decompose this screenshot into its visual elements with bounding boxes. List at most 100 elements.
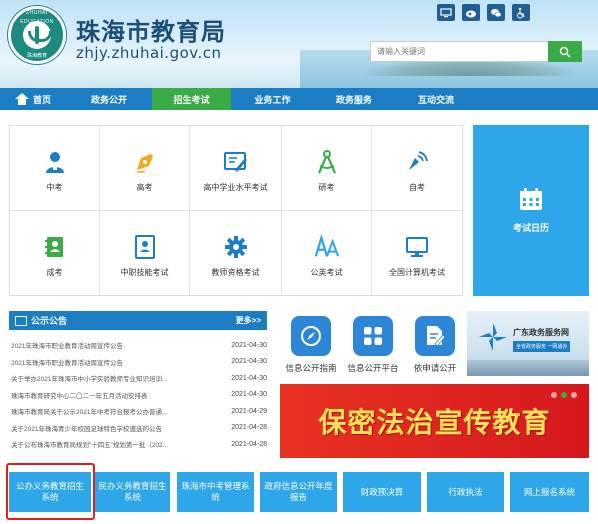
id-card-icon <box>132 235 158 259</box>
announcements-title-text: 公示公告 <box>31 316 68 326</box>
exam-tile-public-english[interactable]: 公英考试 <box>282 211 372 296</box>
compass-icon <box>314 150 340 174</box>
nav-item-label: 业务工作 <box>254 94 291 105</box>
exam-tile-label: 研考 <box>318 183 335 192</box>
annual-disclosure-report-button[interactable]: 政府信息公开年度报告 <box>260 472 337 512</box>
exam-tile-zhongkao[interactable]: 中考 <box>10 126 100 211</box>
private-compulsory-enrollment-button[interactable]: 民办义务教育招生系统 <box>95 472 170 512</box>
calendar-icon <box>518 187 544 211</box>
announcement-title[interactable]: 珠海市教育局关于公示2021年中考符合报考公办普通... <box>11 406 206 416</box>
site-title: 珠海市教育局 <box>76 19 226 46</box>
exam-grid: 中考 高考 高中学业水平考试 研考 自考 成考 中职技能考试 教师资格考试 公英… <box>9 125 463 296</box>
exam-calendar-tile[interactable]: 考试日历 <box>473 125 589 296</box>
online-registration-button[interactable]: 网上报名系统 <box>510 472 589 512</box>
nav-item-home[interactable]: 首页 <box>0 88 66 110</box>
pen-nib-icon <box>132 150 158 174</box>
quick-link-label: 信息公开平台 <box>347 363 399 373</box>
exam-tile-computer-exam[interactable]: 全国计算机考试 <box>372 211 462 296</box>
banner-text: 保密法治宣传教育 <box>318 406 551 439</box>
site-header: ZHUHAI EDUCATION 珠海教育 珠海市教育局 zhjy.zhuhai… <box>0 0 598 88</box>
site-url: zhjy.zhuhai.gov.cn <box>76 44 222 62</box>
broadcast-icon <box>404 150 430 174</box>
exam-tile-zikao[interactable]: 自考 <box>372 126 462 211</box>
nav-item-label: 政务公开 <box>90 94 127 105</box>
announcements-list: 2021年珠海市职业教育活动周宣传公告 2021-04-30 2021年珠海市职业… <box>9 337 267 453</box>
announcements-header: 公示公告 更多>> <box>9 311 267 330</box>
announcements-title: 公示公告 <box>15 314 67 327</box>
quick-link-apply-disclosure[interactable]: 依申请公开 <box>405 316 465 374</box>
highlight-box <box>6 463 95 520</box>
font-aa-icon <box>314 235 340 259</box>
announcement-title[interactable]: 关于举办2021年珠海市中小学实验教师专业知识培训... <box>11 373 206 383</box>
monitor-icon <box>404 235 430 259</box>
accessibility-icon[interactable] <box>512 4 530 21</box>
list-item[interactable]: 2021年珠海市职业教育活动周宣传公告 2021-04-30 <box>9 354 267 371</box>
more-link[interactable]: 更多>> <box>236 315 261 326</box>
announcement-date: 2021-04-30 <box>231 374 267 382</box>
announcement-title[interactable]: 关于2021年珠海青少年校园足球特色学校遴选的公告 <box>11 423 206 433</box>
logo-bottom-text: 珠海教育 <box>26 53 47 59</box>
budget-button[interactable]: 财政预决算 <box>343 472 421 512</box>
exam-tile-label: 中职技能考试 <box>120 268 169 277</box>
announcement-title[interactable]: 关于公布珠海市教育局规划“十四五”规划第一批（202... <box>11 439 206 449</box>
announcement-title[interactable]: 2021年珠海市职业教育活动周宣传公告 <box>11 357 206 367</box>
exam-tile-label: 中考 <box>46 183 63 192</box>
nav-item-business[interactable]: 业务工作 <box>231 88 314 110</box>
notice-icon <box>15 315 27 326</box>
carousel-dots <box>551 392 577 398</box>
carousel-dot[interactable] <box>561 392 567 398</box>
quick-link-disclosure-guide[interactable]: 信息公开指南 <box>281 316 341 374</box>
announcement-date: 2021-04-29 <box>231 407 267 415</box>
list-item[interactable]: 2021年珠海市职业教育活动周宣传公告 2021-04-30 <box>9 337 267 354</box>
nav-item-services[interactable]: 政务服务 <box>314 88 394 110</box>
list-item[interactable]: 关于2021年珠海青少年校园足球特色学校遴选的公告 2021-04-28 <box>9 420 267 437</box>
search-button[interactable] <box>548 41 582 62</box>
exam-tile-chengkao[interactable]: 成考 <box>10 211 100 296</box>
announcement-title[interactable]: 珠海市教育研究中心二〇二一年五月活动安排表 <box>11 390 206 400</box>
exam-tile-label: 公英考试 <box>310 268 343 277</box>
exam-tile-academic-level[interactable]: 高中学业水平考试 <box>190 126 282 211</box>
nav-item-interaction[interactable]: 互动交流 <box>394 88 478 110</box>
law-enforcement-button[interactable]: 行政执法 <box>427 472 504 512</box>
gov-service-logo-icon <box>477 321 509 353</box>
carousel-dot[interactable] <box>571 392 577 398</box>
grid-icon <box>353 316 393 356</box>
zhongkao-management-button[interactable]: 珠海市中考管理系统 <box>177 472 254 512</box>
list-item[interactable]: 关于举办2021年珠海市中小学实验教师专业知识培训... 2021-04-30 <box>9 370 267 387</box>
exam-tile-teacher-qualification[interactable]: 教师资格考试 <box>190 211 282 296</box>
list-item[interactable]: 关于公布珠海市教育局规划“十四五”规划第一批（202... 2021-04-28 <box>9 436 267 453</box>
wechat-icon[interactable] <box>487 4 505 21</box>
exam-tile-label: 全国计算机考试 <box>389 268 445 277</box>
exam-tile-gaokao[interactable]: 高考 <box>100 126 190 211</box>
announcement-date: 2021-04-28 <box>231 424 267 432</box>
computer-icon[interactable] <box>437 4 455 21</box>
announcement-title[interactable]: 2021年珠海市职业教育活动周宣传公告 <box>11 340 206 350</box>
nav-item-government-affairs[interactable]: 政务公开 <box>66 88 152 110</box>
list-item[interactable]: 珠海市教育研究中心二〇二一年五月活动安排表 2021-04-30 <box>9 387 267 404</box>
list-item[interactable]: 珠海市教育局关于公示2021年中考符合报考公办普通... 2021-04-29 <box>9 403 267 420</box>
quick-link-disclosure-platform[interactable]: 信息公开平台 <box>343 316 403 374</box>
promo-banner[interactable]: 保密法治宣传教育 <box>280 384 589 458</box>
document-edit-icon <box>415 316 455 356</box>
address-book-icon <box>42 235 68 259</box>
weibo-icon[interactable] <box>462 4 480 21</box>
main-nav: 首页 政务公开 招生考试 业务工作 政务服务 互动交流 <box>0 88 598 110</box>
nav-item-admissions[interactable]: 招生考试 <box>152 88 231 110</box>
exam-tile-vocational-skills[interactable]: 中职技能考试 <box>100 211 190 296</box>
top-icon-bar <box>437 4 530 21</box>
exam-tile-yankao[interactable]: 研考 <box>282 126 372 211</box>
guangdong-gov-service-banner[interactable]: 广东政务服务网 全省政务服务 一网通办 <box>467 311 589 376</box>
carousel-dot[interactable] <box>551 392 557 398</box>
announcement-date: 2021-04-28 <box>231 440 267 448</box>
logo-ring-text: ZHUHAI EDUCATION <box>20 10 53 25</box>
exam-tile-label: 高考 <box>136 183 153 192</box>
nav-item-label: 政务服务 <box>335 94 372 105</box>
calendar-label: 考试日历 <box>512 223 549 233</box>
search-icon <box>559 46 571 58</box>
gov-service-title: 广东政务服务网 <box>513 328 569 337</box>
announcement-date: 2021-04-30 <box>231 358 267 366</box>
city-skyline <box>467 360 589 376</box>
site-logo[interactable]: ZHUHAI EDUCATION 珠海教育 <box>8 6 66 64</box>
announcement-date: 2021-04-30 <box>231 341 267 349</box>
search-input[interactable] <box>370 41 548 62</box>
